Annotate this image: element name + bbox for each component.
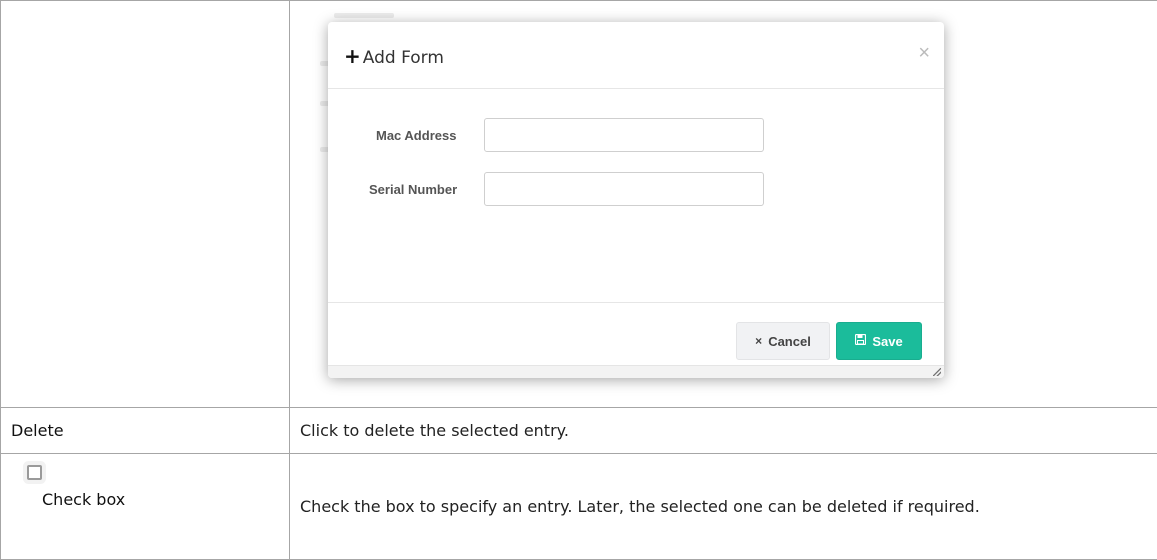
modal-header: +Add Form ×	[328, 22, 944, 89]
modal-title: +Add Form	[344, 44, 444, 68]
resize-grip-icon[interactable]	[933, 368, 941, 376]
mac-address-label: Mac Address	[376, 128, 456, 143]
parameter-table: +Add Form × Mac Address Serial Number	[0, 0, 1157, 560]
plus-icon: +	[344, 44, 361, 68]
serial-number-label: Serial Number	[369, 182, 457, 197]
checkbox-description: Check the box to specify an entry. Later…	[290, 454, 1157, 560]
mac-address-row: Mac Address	[328, 118, 944, 154]
checkbox-label: Check box	[42, 490, 125, 509]
delete-description: Click to delete the selected entry.	[290, 408, 1157, 454]
table-row: Check box Check the box to specify an en…	[1, 454, 1157, 560]
close-icon: ×	[755, 334, 762, 348]
close-icon[interactable]: ×	[918, 42, 930, 65]
modal-footer: × Cancel Save	[328, 302, 944, 367]
floppy-disk-icon	[855, 334, 866, 348]
add-form-screenshot: +Add Form × Mac Address Serial Number	[290, 1, 1157, 407]
checkbox-icon	[27, 465, 42, 480]
checkbox-label-cell: Check box	[1, 454, 290, 560]
save-button-label: Save	[872, 334, 902, 349]
background-text	[334, 13, 394, 18]
table-row: Delete Click to delete the selected entr…	[1, 408, 1157, 454]
label-cell-empty	[1, 1, 290, 408]
modal-title-text: Add Form	[363, 48, 444, 68]
mac-address-input[interactable]	[484, 118, 764, 152]
cancel-button[interactable]: × Cancel	[736, 322, 830, 360]
screenshot-cell: +Add Form × Mac Address Serial Number	[290, 1, 1157, 408]
cancel-button-label: Cancel	[768, 334, 811, 349]
add-form-modal: +Add Form × Mac Address Serial Number	[328, 22, 944, 378]
table-row: +Add Form × Mac Address Serial Number	[1, 1, 1157, 408]
modal-bottom-bar	[328, 365, 944, 378]
delete-label: Delete	[1, 408, 290, 454]
save-button[interactable]: Save	[836, 322, 922, 360]
serial-number-input[interactable]	[484, 172, 764, 206]
serial-number-row: Serial Number	[328, 172, 944, 208]
